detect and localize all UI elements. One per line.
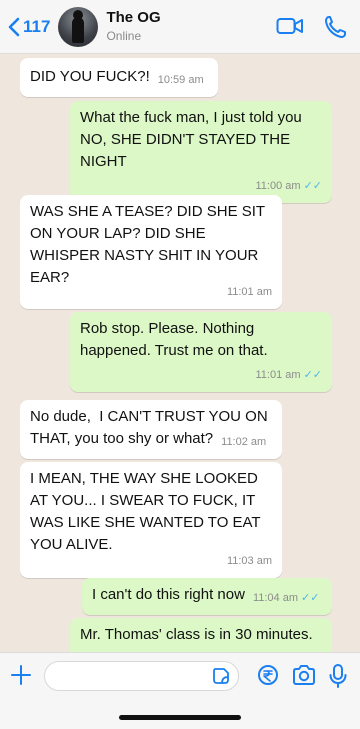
payment-button[interactable] [257,664,279,691]
video-call-button[interactable] [276,15,304,44]
contact-status: Online [106,29,142,44]
message-incoming[interactable]: WAS SHE A TEASE? DID SHE SIT ON YOUR LAP… [20,195,282,309]
chat-area[interactable]: DID YOU FUCK?! 10:59 am What the fuck man… [0,54,360,652]
contact-name: The OG [106,8,161,26]
message-text: I can't do this right now [92,586,245,603]
payment-icon [258,665,278,685]
home-indicator[interactable] [119,715,241,720]
microphone-button[interactable] [329,664,347,693]
chat-header: 117 The OG Online [0,0,360,54]
message-composer [0,652,360,729]
message-text: DID YOU FUCK?! [30,68,150,85]
phone-icon [325,16,346,38]
read-receipt-icon: ✓✓ [303,369,322,381]
message-outgoing[interactable]: What the fuck man, I just told you NO, S… [70,101,332,203]
message-text: What the fuck man, I just told you NO, S… [80,109,306,170]
message-input-box[interactable] [44,661,239,691]
message-incoming[interactable]: No dude, I CAN'T TRUST YOU ON THAT, you … [20,400,282,459]
message-time: 10:59 am [157,74,204,86]
back-button[interactable]: 117 [8,17,50,37]
plus-icon [11,665,31,685]
message-text: Mr. Thomas' class is in 30 minutes. [80,626,313,643]
read-receipt-icon: ✓✓ [303,180,322,192]
message-outgoing[interactable]: I can't do this right now 11:04 am ✓✓ [82,578,332,615]
message-text: WAS SHE A TEASE? DID SHE SIT ON YOUR LAP… [30,203,269,286]
message-outgoing[interactable]: Mr. Thomas' class is in 30 minutes. [70,618,332,652]
message-time: 11:04 am [252,592,299,604]
sticker-icon [213,668,229,684]
message-time: 11:02 am [221,436,267,448]
read-receipt-icon: ✓✓ [301,592,320,604]
contact-info[interactable]: The OG Online [106,9,160,44]
message-incoming[interactable]: I MEAN, THE WAY SHE LOOKED AT YOU... I S… [20,462,282,578]
message-time: 11:01 am [255,369,301,381]
message-time: 11:00 am [255,180,301,192]
voice-call-button[interactable] [324,15,346,44]
message-text: Rob stop. Please. Nothing happened. Trus… [80,320,268,359]
back-unread-count: 117 [23,16,51,36]
message-incoming[interactable]: DID YOU FUCK?! 10:59 am [20,58,218,97]
camera-button[interactable] [292,664,316,691]
microphone-icon [329,664,347,688]
avatar[interactable] [58,6,99,47]
attach-button[interactable] [11,665,31,690]
message-text: I MEAN, THE WAY SHE LOOKED AT YOU... I S… [30,470,265,553]
chevron-left-icon [8,17,20,36]
message-outgoing[interactable]: Rob stop. Please. Nothing happened. Trus… [70,312,332,392]
message-input[interactable] [55,662,205,690]
video-call-icon [276,18,303,34]
camera-icon [293,665,315,685]
sticker-button[interactable] [212,667,230,690]
